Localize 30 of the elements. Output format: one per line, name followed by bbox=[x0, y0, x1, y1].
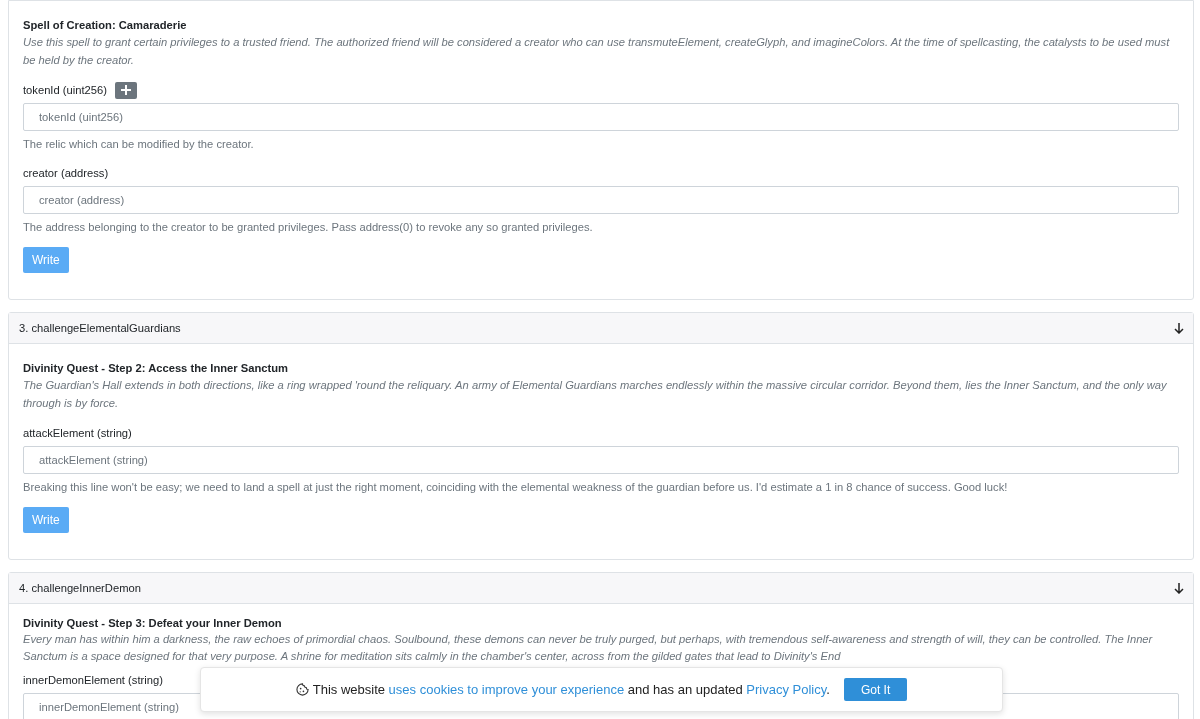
help-text: The relic which can be modified by the creator. bbox=[23, 137, 255, 152]
section-header[interactable]: 3. challengeElementalGuardians bbox=[9, 313, 1193, 344]
section-title: 3. challengeElementalGuardians bbox=[19, 322, 181, 334]
cookie-icon bbox=[295, 683, 309, 696]
function-title: Spell of Creation: Camaraderie bbox=[23, 18, 188, 33]
write-button[interactable]: Write bbox=[23, 507, 69, 533]
cookie-link[interactable]: uses cookies to improve your experience bbox=[388, 682, 625, 697]
function-description: Every man has within him a darkness, the raw echoes of primordial chaos. Soulbound, these demons can never be truly purged, but perhaps, with tremendous self-awareness and strength of will, they can be controlled. The Inner Sanctum is a space designed for that very purpose. A shrine for meditation sits calmly in the chamber's center, across from the gilded gates that lead to Divinity's End bbox=[23, 632, 1154, 664]
function-title: Divinity Quest - Step 2: Access the Inner Sanctum bbox=[23, 361, 290, 376]
arrow-down-icon bbox=[1174, 582, 1184, 594]
field-label: innerDemonElement (string) bbox=[23, 674, 163, 686]
input-field[interactable]: attackElement (string) bbox=[23, 446, 1179, 474]
add-button[interactable] bbox=[114, 81, 137, 99]
input-field[interactable]: creator (address) bbox=[23, 186, 1179, 214]
function-description: The Guardian's Hall extends in both directions, like a ring wrapped 'round the reliquary. An army of Elemental Guardians marches endlessly within the massive circular corridor. Beyond them, lies the Inner Sanctum, and the only way through is by force. bbox=[23, 378, 1168, 411]
section-title: 4. challengeInnerDemon bbox=[19, 582, 141, 594]
got-it-button[interactable]: Got It bbox=[843, 678, 908, 701]
field-label: attackElement (string) bbox=[23, 427, 132, 439]
input-field[interactable]: tokenId (uint256) bbox=[23, 103, 1179, 131]
field-label: tokenId (uint256) bbox=[23, 84, 107, 96]
write-button[interactable]: Write bbox=[23, 247, 69, 273]
section-header[interactable]: 4. challengeInnerDemon bbox=[9, 573, 1193, 604]
plus-icon bbox=[120, 85, 131, 95]
cookie-notice: This website uses cookies to improve your experience and has an updated Privacy Policy. bbox=[312, 682, 830, 697]
function-title: Divinity Quest - Step 3: Defeat your Inner Demon bbox=[23, 616, 283, 631]
function-description: Use this spell to grant certain privileges to a trusted friend. The authorized friend will be considered a creator who can use transmuteElement, createGlyph, and imagineColors. At the time of spellcasting, the catalysts to be used must be held by the creator. bbox=[23, 35, 1171, 68]
help-text: The address belonging to the creator to be granted privileges. Pass address(0) to revoke any so granted privileges. bbox=[23, 220, 594, 235]
help-text: Breaking this line won't be easy; we need to land a spell at just the right moment, coinciding with the elemental weakness of the guardian before us. I'd estimate a 1 in 8 chance of success. Good luck! bbox=[23, 480, 1009, 495]
field-label: creator (address) bbox=[23, 167, 109, 179]
arrow-down-icon bbox=[1174, 322, 1184, 334]
